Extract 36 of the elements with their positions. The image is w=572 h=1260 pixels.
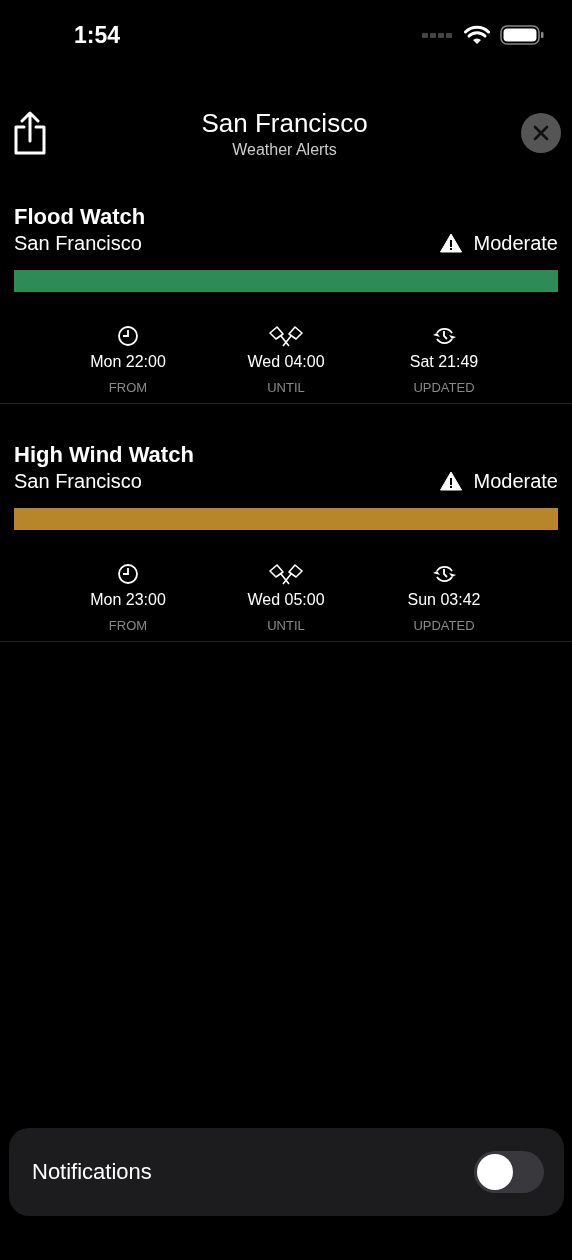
severity-label: Moderate [473, 469, 558, 493]
alert-title: Flood Watch [14, 204, 147, 230]
alert-area: San Francisco [14, 231, 142, 255]
time-label: FROM [108, 618, 148, 633]
signal-icon [422, 31, 454, 39]
wifi-icon [464, 25, 490, 45]
crossed-flags-icon [268, 324, 304, 348]
time-label: UPDATED [413, 380, 475, 395]
alert-area: San Francisco [14, 469, 142, 493]
share-icon [12, 111, 48, 155]
time-value: Sun 03:42 [407, 591, 481, 609]
time-value: Mon 22:00 [90, 353, 166, 371]
time-label: UNTIL [267, 618, 305, 633]
time-label: FROM [108, 380, 148, 395]
time-value: Sat 21:49 [409, 353, 479, 371]
warning-icon [439, 233, 462, 253]
close-button[interactable] [521, 113, 561, 153]
time-label: UNTIL [267, 380, 305, 395]
header-subtitle: Weather Alerts [232, 140, 337, 159]
header-title: San Francisco [201, 107, 368, 139]
notifications-label: Notifications [32, 1159, 152, 1185]
battery-icon [500, 25, 544, 45]
time-value: Wed 04:00 [247, 353, 325, 371]
status-time: 1:54 [74, 21, 121, 49]
alert-title: High Wind Watch [14, 442, 195, 468]
close-icon [533, 125, 549, 141]
time-value: Mon 23:00 [90, 591, 166, 609]
notifications-toggle[interactable] [474, 1151, 544, 1193]
clock-icon [117, 562, 139, 586]
share-button[interactable] [12, 111, 48, 155]
time-label: UPDATED [413, 618, 475, 633]
clock-icon [117, 324, 139, 348]
warning-icon [439, 471, 462, 491]
time-value: Wed 05:00 [247, 591, 325, 609]
severity-label: Moderate [473, 231, 558, 255]
crossed-flags-icon [268, 562, 304, 586]
